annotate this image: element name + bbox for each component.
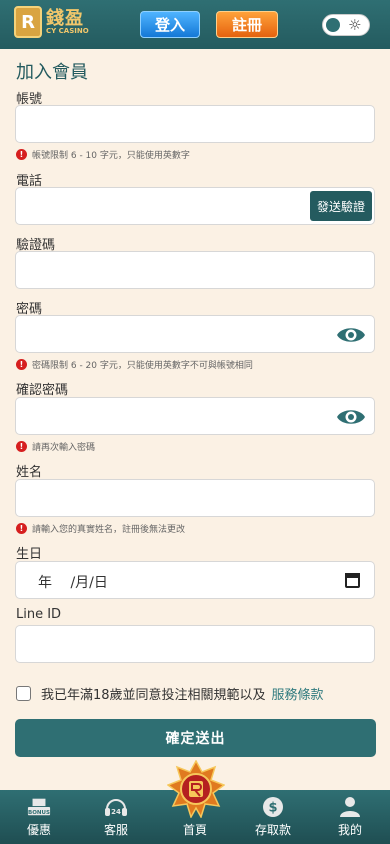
account-input[interactable] bbox=[15, 105, 375, 143]
name-hint-text: 請輸入您的真實姓名，註冊後無法更改 bbox=[32, 525, 186, 535]
verify-input[interactable] bbox=[15, 251, 375, 289]
agree-text: 我已年滿18歲並同意投注相關規範以及 bbox=[41, 688, 266, 703]
password-hint: ! 密碼限制 6 - 20 字元，只能使用英數字不可與帳號相同 bbox=[16, 358, 253, 371]
birthday-input[interactable]: 年 /月/日 bbox=[15, 561, 375, 599]
line-id-label: Line ID bbox=[16, 607, 62, 622]
dollar-icon: $ bbox=[261, 796, 285, 818]
error-icon: ! bbox=[16, 149, 27, 160]
error-icon: ! bbox=[16, 359, 27, 370]
account-hint: ! 帳號限制 6 - 10 字元，只能使用英數字 bbox=[16, 148, 190, 161]
error-icon: ! bbox=[16, 441, 27, 452]
date-month: /月/ bbox=[70, 575, 94, 591]
agree-row: 我已年滿18歲並同意投注相關規範以及 服務條款 bbox=[16, 684, 324, 703]
error-icon: ! bbox=[16, 523, 27, 534]
sun-icon: ☼ bbox=[348, 16, 362, 34]
login-button[interactable]: 登入 bbox=[140, 11, 200, 38]
name-label: 姓名 bbox=[16, 465, 43, 480]
home-emblem-icon[interactable] bbox=[167, 760, 225, 818]
bonus-icon: BONUS bbox=[27, 796, 51, 818]
nav-support[interactable]: 24 客服 bbox=[86, 790, 146, 844]
line-id-input[interactable] bbox=[15, 625, 375, 663]
show-password-icon[interactable] bbox=[336, 324, 366, 346]
date-placeholder: 年 /月/日 bbox=[38, 572, 108, 592]
page-title: 加入會員 bbox=[16, 62, 88, 83]
calendar-icon[interactable] bbox=[345, 573, 360, 588]
headset-icon: 24 bbox=[104, 796, 128, 818]
user-icon bbox=[338, 796, 362, 818]
name-input[interactable] bbox=[15, 479, 375, 517]
nav-home-label: 首頁 bbox=[182, 823, 207, 837]
name-hint: ! 請輸入您的真實姓名，註冊後無法更改 bbox=[16, 522, 185, 535]
terms-link[interactable]: 服務條款 bbox=[272, 684, 324, 703]
confirm-label: 確認密碼 bbox=[16, 383, 69, 398]
register-button[interactable]: 註冊 bbox=[216, 11, 278, 38]
send-code-button[interactable]: 發送驗證 bbox=[309, 191, 372, 221]
logo-mark-icon: R bbox=[14, 6, 42, 38]
confirm-password-input[interactable] bbox=[15, 397, 375, 435]
nav-wallet-label: 存取款 bbox=[254, 823, 291, 837]
logo-name: 錢盈 bbox=[46, 7, 84, 29]
bonus-badge-text: BONUS bbox=[28, 810, 50, 816]
nav-profile[interactable]: 我的 bbox=[320, 790, 380, 844]
show-confirm-password-icon[interactable] bbox=[336, 406, 366, 428]
svg-text:$: $ bbox=[268, 801, 277, 816]
birthday-label: 生日 bbox=[16, 547, 43, 562]
support-badge-text: 24 bbox=[111, 808, 121, 816]
password-hint-text: 密碼限制 6 - 20 字元，只能使用英數字不可與帳號相同 bbox=[32, 361, 253, 371]
password-input[interactable] bbox=[15, 315, 375, 353]
submit-button[interactable]: 確定送出 bbox=[15, 719, 376, 757]
theme-toggle[interactable]: ☼ bbox=[322, 14, 370, 36]
account-hint-text: 帳號限制 6 - 10 字元，只能使用英數字 bbox=[32, 151, 190, 161]
date-year: 年 bbox=[38, 575, 52, 591]
brand-logo[interactable]: R 錢盈 CY CASINO bbox=[14, 6, 89, 38]
nav-profile-label: 我的 bbox=[337, 823, 362, 837]
date-day: 日 bbox=[93, 575, 108, 591]
top-header: R 錢盈 CY CASINO 登入 註冊 ☼ bbox=[0, 0, 390, 49]
nav-bonus-label: 優惠 bbox=[26, 823, 51, 837]
nav-support-label: 客服 bbox=[103, 823, 128, 837]
logo-subtitle: CY CASINO bbox=[46, 26, 89, 35]
confirm-hint: ! 請再次輸入密碼 bbox=[16, 440, 95, 453]
toggle-knob bbox=[326, 18, 340, 32]
nav-bonus[interactable]: BONUS 優惠 bbox=[9, 790, 69, 844]
phone-input[interactable]: 發送驗證 bbox=[15, 187, 375, 225]
nav-wallet[interactable]: $ 存取款 bbox=[243, 790, 303, 844]
agree-checkbox[interactable] bbox=[16, 686, 31, 701]
confirm-hint-text: 請再次輸入密碼 bbox=[32, 443, 96, 453]
